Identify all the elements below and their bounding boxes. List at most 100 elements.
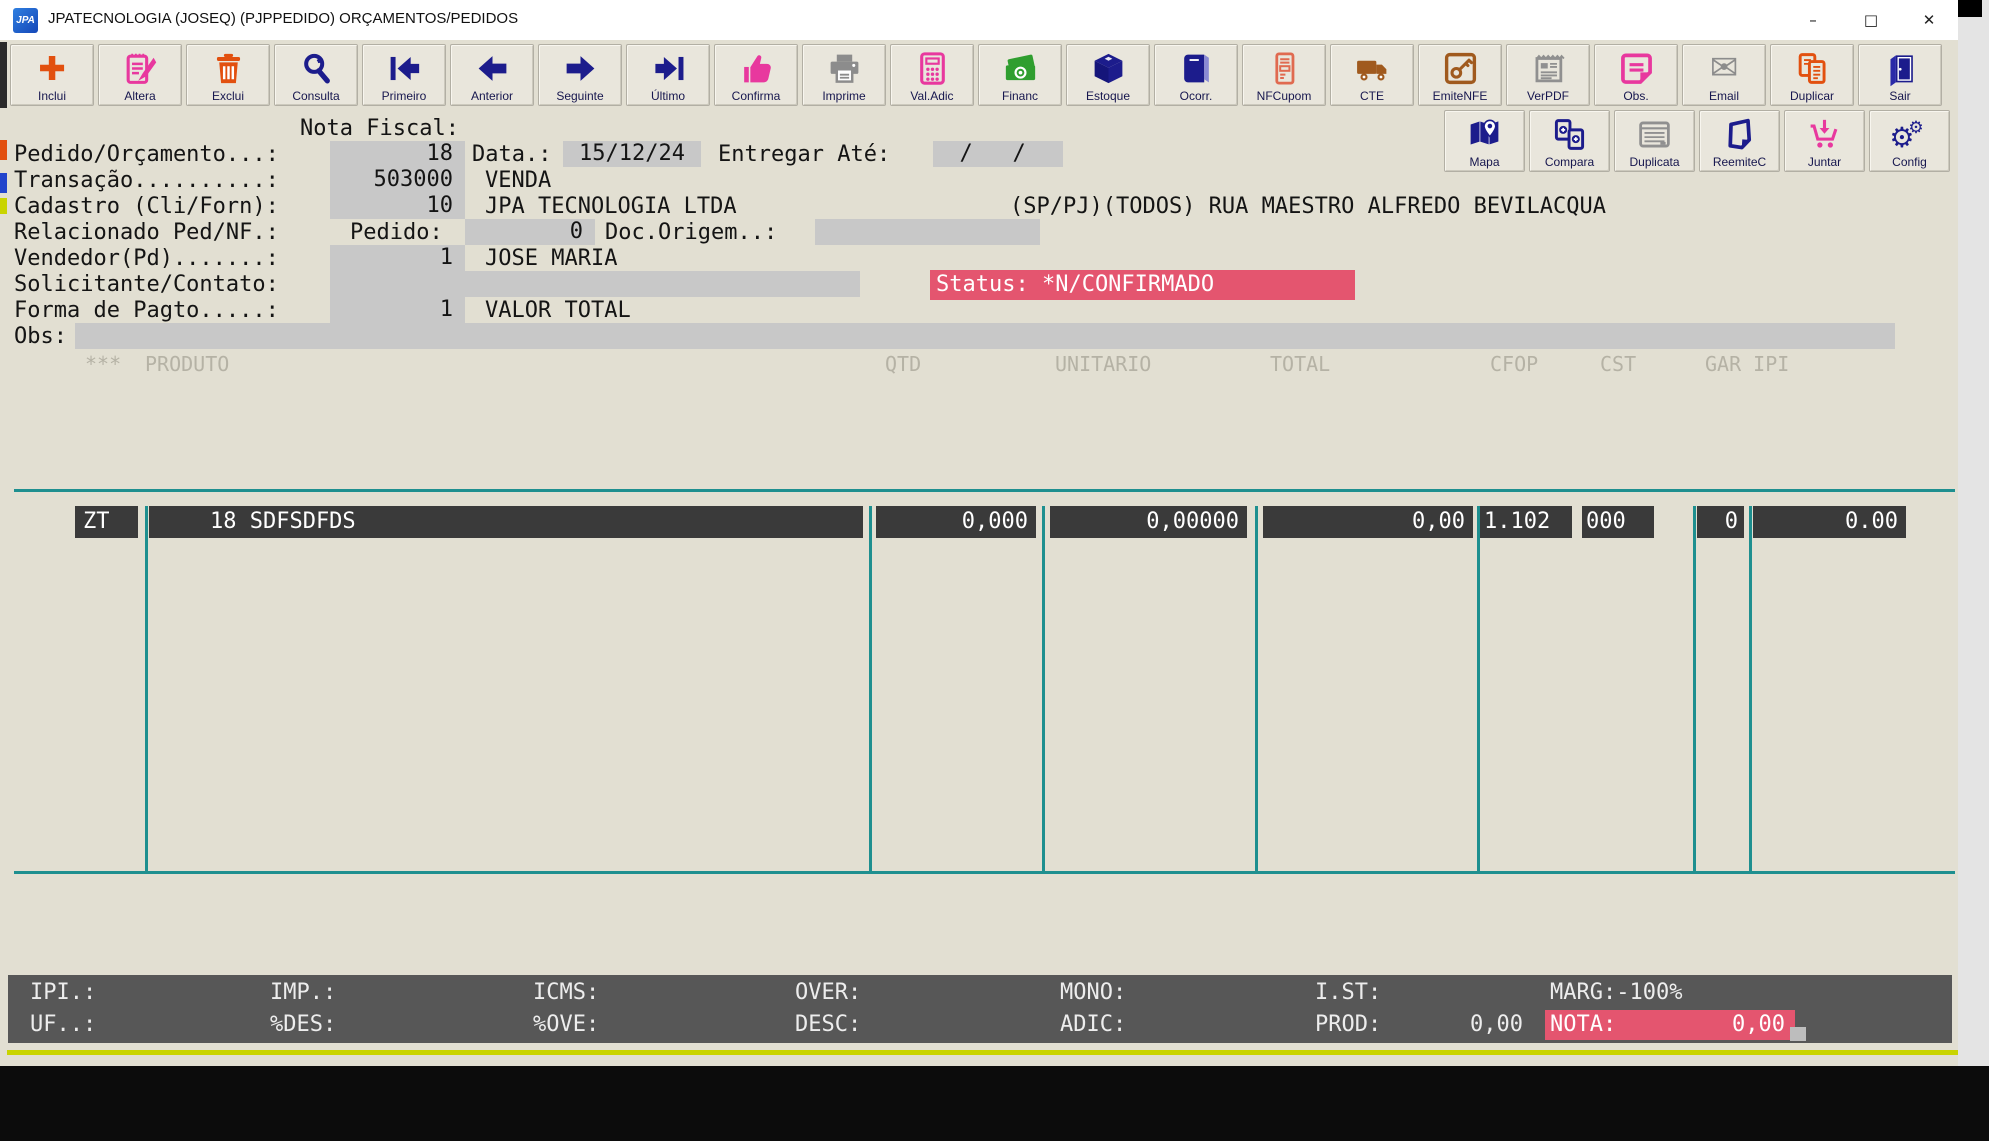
grid-column-divider (1042, 506, 1045, 872)
email-icon: ✉ (1710, 47, 1739, 89)
row-cell-produto[interactable]: 18 SDFSDFDS (149, 506, 863, 538)
toolbar-button-cte[interactable]: CTE (1330, 44, 1414, 106)
left-edge-fragment (0, 140, 7, 160)
resize-grip (1790, 1027, 1806, 1041)
footer-ist-label: I.ST: (1315, 980, 1381, 1006)
footer-prod-value: 0,00 (1393, 1012, 1523, 1038)
toolbar-button-altera[interactable]: Altera (98, 44, 182, 106)
app-window: JPA JPATECNOLOGIA (JOSEQ) (PJPPEDIDO) OR… (0, 0, 1989, 1141)
toolbar-button-ultimo[interactable]: Último (626, 44, 710, 106)
toolbar-button-config[interactable]: ⚙ ⚙ Config (1869, 110, 1950, 172)
doc-origem-label: Doc.Origem..: (605, 220, 777, 246)
vendedor-field[interactable]: 1 (330, 245, 465, 271)
toolbar-button-duplicar[interactable]: Duplicar (1770, 44, 1854, 106)
toolbar-button-label: VerPDF (1527, 89, 1569, 104)
toolbar-button-valadic[interactable]: Val.Adic (890, 44, 974, 106)
transacao-field[interactable]: 503000 (330, 167, 465, 193)
toolbar-button-ocorr[interactable]: Ocorr. (1154, 44, 1238, 106)
window-title: JPATECNOLOGIA (JOSEQ) (PJPPEDIDO) ORÇAME… (48, 10, 518, 27)
toolbar-button-juntar[interactable]: Juntar (1784, 110, 1865, 172)
grid-header-cfop: CFOP (1490, 352, 1538, 376)
bottom-black-bar (0, 1066, 1989, 1141)
toolbar-button-anterior[interactable]: Anterior (450, 44, 534, 106)
row-cell-gar[interactable]: 0 (1697, 506, 1744, 538)
toolbar-button-emitenfe[interactable]: EmiteNFE (1418, 44, 1502, 106)
toolbar-button-reemitec[interactable]: ReemiteC (1699, 110, 1780, 172)
toolbar-button-primeiro[interactable]: Primeiro (362, 44, 446, 106)
toolbar-button-label: NFCupom (1257, 89, 1312, 104)
grid-column-divider (1749, 506, 1752, 872)
solicitante-field[interactable] (330, 271, 860, 297)
footer-nota-value: 0,00 (1732, 1010, 1785, 1040)
status-badge: Status: *N/CONFIRMADO (930, 270, 1355, 300)
toolbar-button-estoque[interactable]: Estoque (1066, 44, 1150, 106)
toolbar-button-label: Sair (1889, 89, 1910, 104)
maximize-button[interactable]: □ (1842, 0, 1900, 40)
relacionado-label: Relacionado Ped/NF.: (14, 220, 279, 246)
cadastro-field[interactable]: 10 (330, 193, 465, 219)
row-cell-tipo[interactable]: ZT (75, 506, 138, 538)
toolbar-button-mapa[interactable]: Mapa (1444, 110, 1525, 172)
entregar-ate-field[interactable]: / / (933, 141, 1063, 167)
toolbar-button-label: Anterior (471, 89, 513, 104)
relacionado-pedido-label: Pedido: (350, 220, 443, 246)
cadastro-label: Cadastro (Cli/Forn): (14, 194, 279, 220)
pedido-orcamento-field[interactable]: 18 (330, 141, 465, 167)
transacao-desc: VENDA (485, 168, 551, 194)
toolbar-button-duplicata[interactable]: Duplicata (1614, 110, 1695, 172)
first-record-icon (386, 47, 423, 89)
arrow-right-icon (562, 47, 599, 89)
grid-header-total: TOTAL (1270, 352, 1330, 376)
title-bar: JPA JPATECNOLOGIA (JOSEQ) (PJPPEDIDO) OR… (0, 0, 1958, 40)
toolbar-button-verpdf[interactable]: VerPDF (1506, 44, 1590, 106)
obs-label: Obs: (14, 324, 67, 350)
toolbar-button-label: Juntar (1808, 155, 1841, 170)
row-cell-cst[interactable]: 000 (1582, 506, 1654, 538)
relacionado-pedido-field[interactable]: 0 (465, 219, 595, 245)
footer-uf-label: UF..: (30, 1012, 96, 1038)
cadastro-info: (SP/PJ)(TODOS) RUA MAESTRO ALFREDO BEVIL… (1010, 194, 1606, 220)
obs-field[interactable] (75, 323, 1895, 349)
toolbar-button-exclui[interactable]: Exclui (186, 44, 270, 106)
duplicata-card-icon (1636, 113, 1673, 155)
close-button[interactable]: ✕ (1900, 0, 1958, 40)
toolbar-button-label: Financ (1002, 89, 1038, 104)
cadastro-nome: JPA TECNOLOGIA LTDA (485, 194, 737, 220)
toolbar-button-compara[interactable]: Compara (1529, 110, 1610, 172)
truck-icon (1354, 47, 1391, 89)
row-cell-cfop[interactable]: 1.102 (1480, 506, 1572, 538)
copy-icon (1794, 47, 1831, 89)
toolbar-button-confirma[interactable]: Confirma (714, 44, 798, 106)
footer-nota-label: NOTA: (1550, 1010, 1616, 1040)
grid-header-gar-ipi: GAR IPI (1705, 352, 1789, 376)
vendedor-label: Vendedor(Pd).......: (14, 246, 279, 272)
footer-ove-label: %OVE: (533, 1012, 599, 1038)
data-field[interactable]: 15/12/24 (563, 141, 701, 167)
toolbar-button-sair[interactable]: Sair (1858, 44, 1942, 106)
left-edge-fragment (0, 198, 7, 214)
solicitante-label: Solicitante/Contato: (14, 272, 279, 298)
toolbar-button-imprime[interactable]: Imprime (802, 44, 886, 106)
grid-top-border (14, 489, 1955, 492)
toolbar-button-financ[interactable]: Financ (978, 44, 1062, 106)
toolbar-button-email[interactable]: ✉ Email (1682, 44, 1766, 106)
row-cell-total[interactable]: 0,00 (1263, 506, 1473, 538)
toolbar-button-label: ReemiteC (1713, 155, 1766, 170)
doc-origem-field[interactable] (815, 219, 1040, 245)
toolbar-button-seguinte[interactable]: Seguinte (538, 44, 622, 106)
row-cell-qtd[interactable]: 0,000 (876, 506, 1036, 538)
forma-pagto-desc: VALOR TOTAL (485, 298, 631, 324)
row-cell-unitario[interactable]: 0,00000 (1050, 506, 1247, 538)
toolbar-button-consulta[interactable]: Consulta (274, 44, 358, 106)
background-window-fragment (1958, 0, 1982, 17)
footer-ipi-label: IPI.: (30, 980, 96, 1006)
forma-pagto-field[interactable]: 1 (330, 297, 465, 323)
toolbar-button-label: Imprime (822, 89, 865, 104)
toolbar-button-label: Val.Adic (910, 89, 953, 104)
toolbar-button-inclui[interactable]: ✚ Inclui (10, 44, 94, 106)
row-cell-ipi[interactable]: 0.00 (1753, 506, 1906, 538)
minimize-button[interactable]: – (1784, 0, 1842, 40)
toolbar-button-nfcupom[interactable]: NFCupom (1242, 44, 1326, 106)
toolbar-button-obs[interactable]: Obs. (1594, 44, 1678, 106)
grid-header-qtd: QTD (885, 352, 921, 376)
